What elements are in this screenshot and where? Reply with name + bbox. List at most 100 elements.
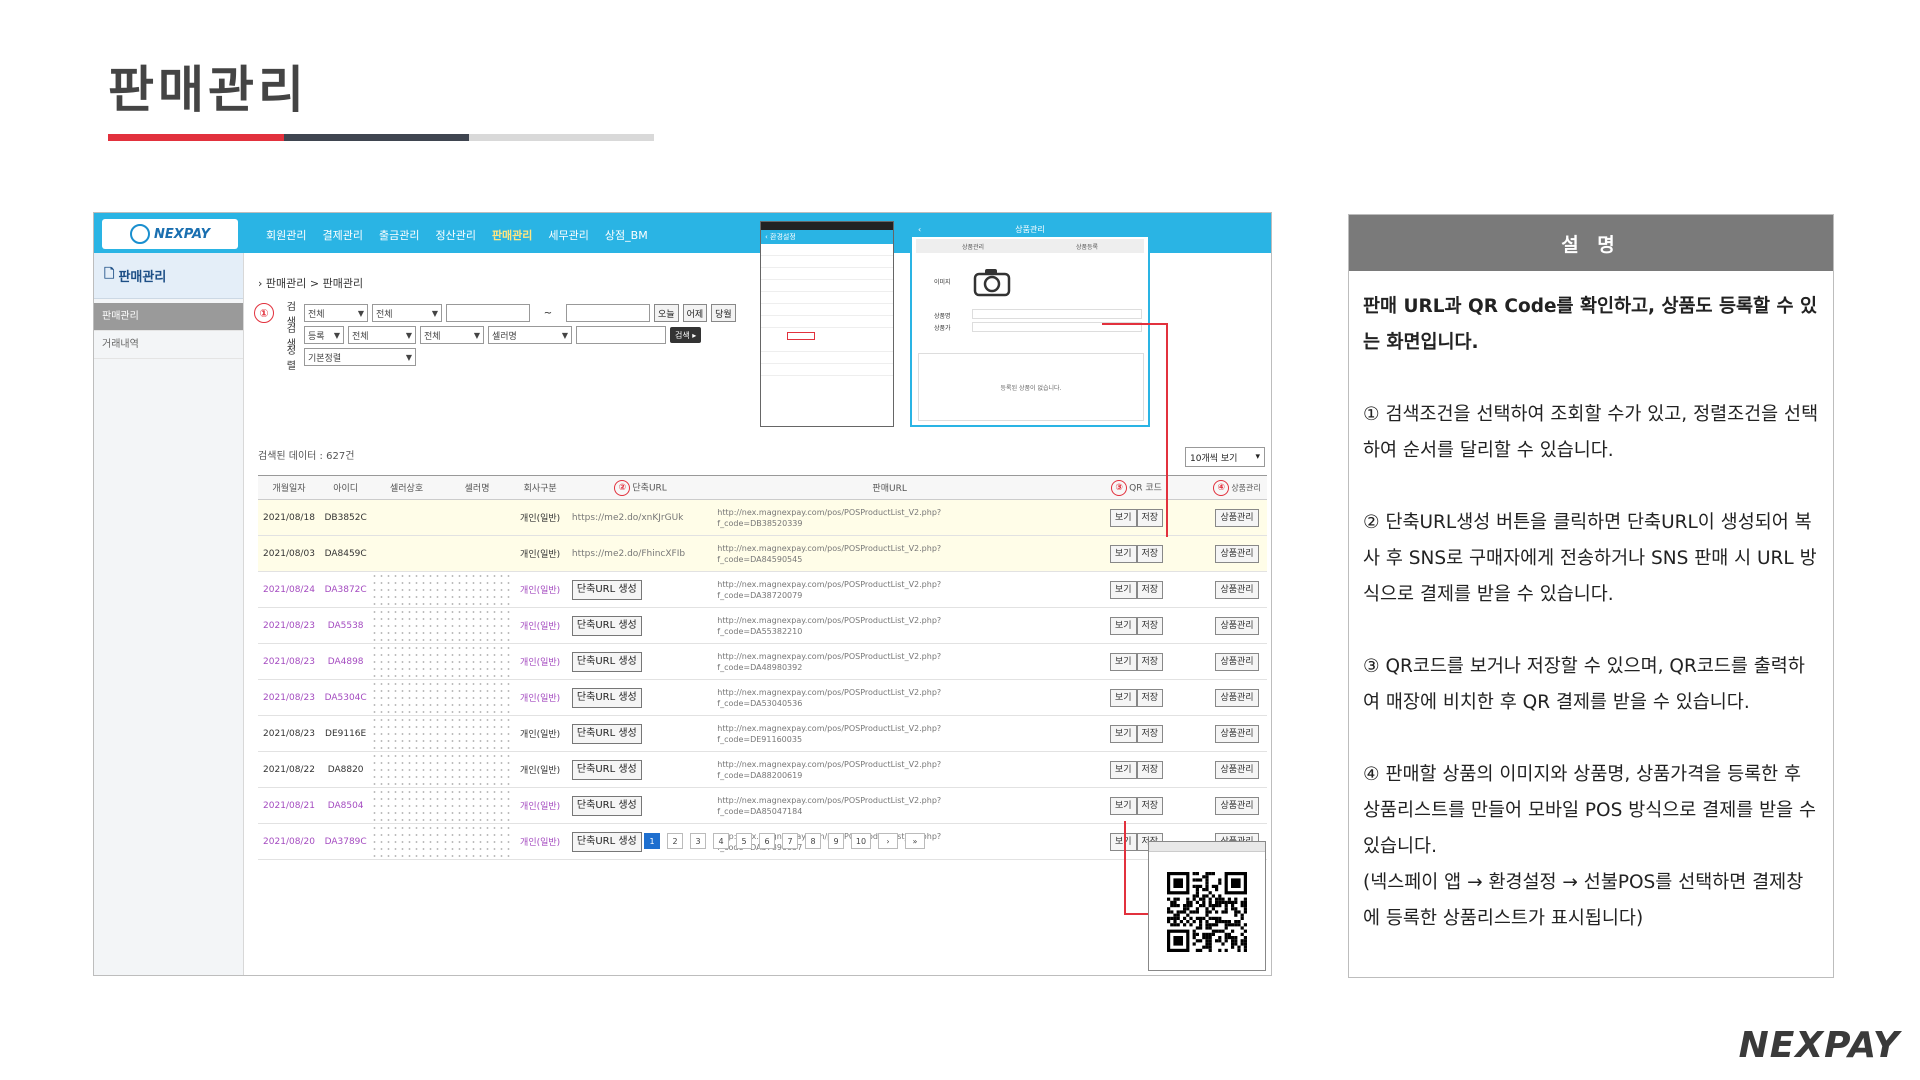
qr-view-button[interactable]: 보기 <box>1109 796 1137 815</box>
product-manage-button[interactable]: 상품관리 <box>1215 796 1259 815</box>
sales-url-cell[interactable]: http://nex.magnexpay.com/pos/POSProductL… <box>713 607 1066 644</box>
nav-tax[interactable]: 세무관리 <box>548 227 588 243</box>
search-button[interactable]: 검색 ▸ <box>670 327 702 343</box>
document-icon: 🗋 <box>104 266 115 282</box>
sales-url-cell[interactable]: http://nex.magnexpay.com/pos/POSProductL… <box>713 787 1066 824</box>
search-select-1[interactable]: 전체 ▼ <box>304 304 368 322</box>
qr-module <box>1234 939 1238 943</box>
search-select-3[interactable]: 등록 ▼ <box>304 326 344 344</box>
sales-url-cell[interactable]: http://nex.magnexpay.com/pos/POSProductL… <box>713 751 1066 788</box>
qr-save-button[interactable]: 저장 <box>1136 544 1164 563</box>
nav-payments[interactable]: 결제관리 <box>322 227 362 243</box>
qr-module <box>1170 910 1174 914</box>
app-logo[interactable]: NEXPAY <box>102 219 238 249</box>
qr-module <box>1205 894 1209 898</box>
nav-store-bm[interactable]: 상점_BM <box>605 227 648 243</box>
nav-settlement[interactable]: 정산관리 <box>435 227 475 243</box>
short-url-cell[interactable]: https://me2.do/FhincXFIb <box>567 535 714 572</box>
create-short-url-button[interactable]: 단축URL 생성 <box>571 831 642 852</box>
qr-save-button[interactable]: 저장 <box>1136 652 1164 671</box>
dialog-tab-manage[interactable]: 상품관리 <box>962 242 984 251</box>
qr-module <box>1167 910 1171 914</box>
page-button[interactable]: 3 <box>690 833 706 849</box>
sales-url-cell[interactable]: http://nex.magnexpay.com/pos/POSProductL… <box>713 499 1066 536</box>
qr-save-button[interactable]: 저장 <box>1136 508 1164 527</box>
camera-icon[interactable] <box>972 267 1012 297</box>
qr-view-button[interactable]: 보기 <box>1109 616 1137 635</box>
product-manage-button[interactable]: 상품관리 <box>1215 616 1259 635</box>
seller-company-masked <box>371 679 442 716</box>
sidebar-item-transactions[interactable]: 거래내역 <box>94 331 243 359</box>
qr-view-button[interactable]: 보기 <box>1109 688 1137 707</box>
qr-save-button[interactable]: 저장 <box>1136 616 1164 635</box>
product-manage-button[interactable]: 상품관리 <box>1215 652 1259 671</box>
sales-url-cell[interactable]: http://nex.magnexpay.com/pos/POSProductL… <box>713 679 1066 716</box>
search-select-5[interactable]: 전체 ▼ <box>420 326 484 344</box>
page-button[interactable]: 4 <box>713 833 729 849</box>
qr-module <box>1208 936 1212 940</box>
qr-view-button[interactable]: 보기 <box>1109 760 1137 779</box>
sales-url-cell[interactable]: http://nex.magnexpay.com/pos/POSProductL… <box>713 571 1066 608</box>
page-button[interactable]: 7 <box>782 833 798 849</box>
qr-save-button[interactable]: 저장 <box>1136 688 1164 707</box>
qr-view-button[interactable]: 보기 <box>1109 724 1137 743</box>
sales-url-cell[interactable]: http://nex.magnexpay.com/pos/POSProductL… <box>713 715 1066 752</box>
qr-view-button[interactable]: 보기 <box>1109 544 1137 563</box>
page-button[interactable]: 10 <box>851 833 871 849</box>
page-button[interactable]: 1 <box>644 833 660 849</box>
create-short-url-button[interactable]: 단축URL 생성 <box>571 615 642 636</box>
qr-save-button[interactable]: 저장 <box>1136 796 1164 815</box>
qr-save-button[interactable]: 저장 <box>1136 724 1164 743</box>
page-size-select[interactable]: 10개씩 보기 ▾ <box>1185 447 1265 467</box>
sales-url-cell[interactable]: http://nex.magnexpay.com/pos/POSProductL… <box>713 643 1066 680</box>
search-select-6[interactable]: 셀러명 ▼ <box>488 326 572 344</box>
sort-select[interactable]: 기본정렬 ▼ <box>304 348 416 366</box>
page-button[interactable]: 9 <box>828 833 844 849</box>
product-manage-button[interactable]: 상품관리 <box>1215 544 1259 563</box>
create-short-url-button[interactable]: 단축URL 생성 <box>571 795 642 816</box>
short-url-cell: 단축URL 생성 <box>567 607 714 644</box>
create-short-url-button[interactable]: 단축URL 생성 <box>571 723 642 744</box>
nav-withdrawals[interactable]: 출금관리 <box>379 227 419 243</box>
page-button[interactable]: 6 <box>759 833 775 849</box>
seller-name-masked <box>441 823 513 860</box>
page-button[interactable]: 5 <box>736 833 752 849</box>
qr-save-button[interactable]: 저장 <box>1136 760 1164 779</box>
page-button[interactable]: 2 <box>667 833 683 849</box>
today-button[interactable]: 오늘 <box>654 304 679 322</box>
product-manage-button[interactable]: 상품관리 <box>1215 724 1259 743</box>
keyword-input[interactable] <box>576 326 666 344</box>
qr-module <box>1227 900 1231 904</box>
qr-view-button[interactable]: 보기 <box>1109 508 1137 527</box>
start-date-input[interactable] <box>446 304 530 322</box>
search-select-4[interactable]: 전체 ▼ <box>348 326 416 344</box>
date-cell: 2021/08/24 <box>258 571 320 608</box>
sidebar-item-sales[interactable]: 판매관리 <box>94 303 243 331</box>
last-page-button[interactable]: » <box>905 833 925 849</box>
create-short-url-button[interactable]: 단축URL 생성 <box>571 759 642 780</box>
qr-save-button[interactable]: 저장 <box>1136 580 1164 599</box>
yesterday-button[interactable]: 어제 <box>682 304 708 322</box>
search-select-2[interactable]: 전체 ▼ <box>372 304 442 322</box>
product-manage-button[interactable]: 상품관리 <box>1215 580 1259 599</box>
this-month-button[interactable]: 당월 <box>711 304 736 322</box>
nav-members[interactable]: 회원관리 <box>266 227 306 243</box>
qr-view-button[interactable]: 보기 <box>1109 580 1137 599</box>
next-page-button[interactable]: › <box>878 833 898 849</box>
short-url-cell[interactable]: https://me2.do/xnKJrGUk <box>567 499 714 536</box>
product-manage-button[interactable]: 상품관리 <box>1215 760 1259 779</box>
qr-module <box>1202 916 1206 920</box>
nav-sales[interactable]: 판매관리 <box>492 227 532 243</box>
create-short-url-button[interactable]: 단축URL 생성 <box>571 579 642 600</box>
create-short-url-button[interactable]: 단축URL 생성 <box>571 687 642 708</box>
sales-url-cell[interactable]: http://nex.magnexpay.com/pos/POSProductL… <box>713 535 1066 572</box>
dialog-name-field[interactable] <box>972 309 1142 319</box>
qr-view-button[interactable]: 보기 <box>1109 652 1137 671</box>
product-manage-button[interactable]: 상품관리 <box>1215 688 1259 707</box>
product-manage-button[interactable]: 상품관리 <box>1215 508 1259 527</box>
qr-module <box>1205 910 1209 914</box>
end-date-input[interactable] <box>566 304 650 322</box>
create-short-url-button[interactable]: 단축URL 생성 <box>571 651 642 672</box>
page-button[interactable]: 8 <box>805 833 821 849</box>
dialog-tab-register[interactable]: 상품등록 <box>1076 242 1098 251</box>
